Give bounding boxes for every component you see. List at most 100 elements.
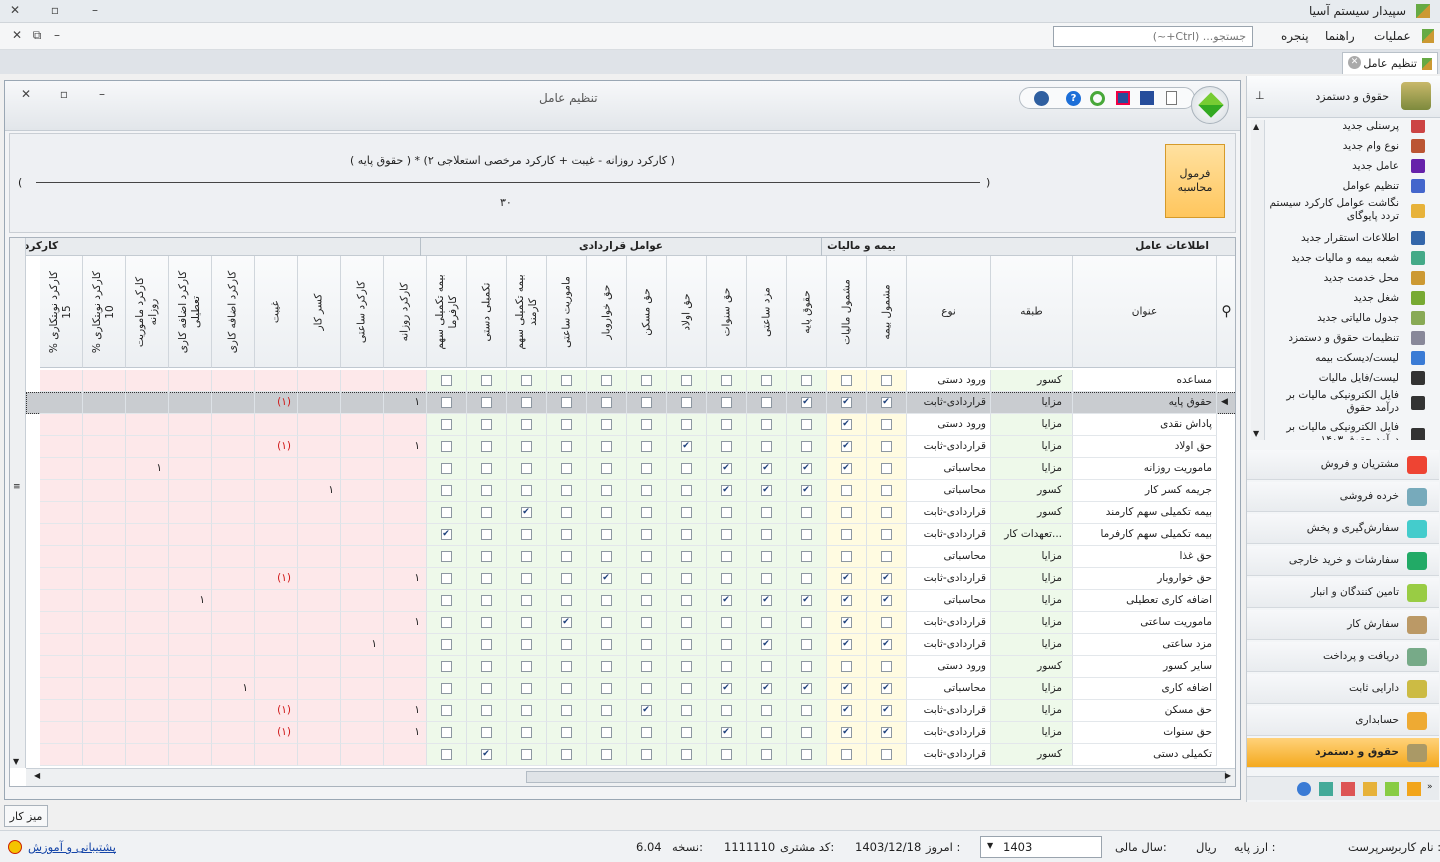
- cell-class[interactable]: مزایا: [991, 546, 1073, 568]
- grid-cell[interactable]: [747, 568, 787, 590]
- checkbox[interactable]: ✔: [840, 617, 852, 628]
- grid-cell[interactable]: ✔: [827, 634, 867, 656]
- grid-cell[interactable]: [587, 722, 627, 744]
- grid-cell[interactable]: [547, 546, 587, 568]
- grid-cell[interactable]: ✔: [827, 700, 867, 722]
- checkbox[interactable]: [640, 485, 652, 496]
- checkbox[interactable]: [720, 529, 732, 540]
- grid-cell[interactable]: [467, 568, 507, 590]
- checkbox[interactable]: [800, 573, 812, 584]
- checkbox[interactable]: [760, 661, 772, 672]
- grid-cell[interactable]: [427, 678, 467, 700]
- checkbox[interactable]: [880, 485, 892, 496]
- grid-cell[interactable]: [587, 480, 627, 502]
- checkbox[interactable]: ✔: [840, 727, 852, 738]
- checkbox[interactable]: [600, 441, 612, 452]
- grid-cell[interactable]: ✔: [827, 458, 867, 480]
- checkbox[interactable]: ✔: [880, 595, 892, 606]
- checkbox[interactable]: [520, 683, 532, 694]
- grid-cell[interactable]: [467, 700, 507, 722]
- checkbox[interactable]: [560, 683, 572, 694]
- grid-cell[interactable]: [587, 678, 627, 700]
- checkbox[interactable]: [440, 749, 452, 760]
- grid-cell[interactable]: [747, 722, 787, 744]
- module-8[interactable]: دارایی ثابت: [1247, 674, 1439, 704]
- checkbox[interactable]: ✔: [800, 683, 812, 694]
- checkbox[interactable]: [640, 441, 652, 452]
- grid-cell[interactable]: ✔: [707, 458, 747, 480]
- column-header-w8[interactable]: % کارکرد نوبتکاری 15: [40, 256, 83, 368]
- checkbox[interactable]: [880, 375, 892, 386]
- grid-cell[interactable]: [787, 634, 827, 656]
- column-header-w0[interactable]: کارکرد روزانه: [384, 256, 427, 368]
- grid-cell[interactable]: [707, 546, 747, 568]
- checkbox[interactable]: [680, 683, 692, 694]
- checkbox[interactable]: [800, 551, 812, 562]
- checkbox[interactable]: [760, 749, 772, 760]
- table-row[interactable]: ماموریت روزانه مزایا محاسباتی ✔ ✔ ✔ ✔ ۱: [10, 458, 1235, 480]
- grid-cell[interactable]: [427, 634, 467, 656]
- checkbox[interactable]: [640, 529, 652, 540]
- nav-item[interactable]: اطلاعات استقرار جدید: [1247, 228, 1439, 248]
- grid-cell[interactable]: [667, 590, 707, 612]
- grid-cell[interactable]: [827, 524, 867, 546]
- grid-cell[interactable]: [787, 744, 827, 766]
- grid-cell[interactable]: [667, 568, 707, 590]
- checkbox[interactable]: [520, 397, 532, 408]
- module-1[interactable]: مشتریان و فروش: [1247, 450, 1439, 480]
- column-header-c5[interactable]: حق اولاد: [667, 256, 707, 368]
- checkbox[interactable]: [520, 419, 532, 430]
- nav-item[interactable]: لیست/فایل مالیات: [1247, 368, 1439, 388]
- nav-item[interactable]: تنظیمات حقوق و دستمزد: [1247, 328, 1439, 348]
- cell-class[interactable]: مزایا: [991, 612, 1073, 634]
- grid-cell[interactable]: ✔: [827, 392, 867, 414]
- grid-cell[interactable]: ✔: [507, 502, 547, 524]
- module-6[interactable]: سفارش کار: [1247, 610, 1439, 640]
- grid-cell[interactable]: [547, 414, 587, 436]
- grid-cell[interactable]: [627, 744, 667, 766]
- grid-cell[interactable]: [467, 590, 507, 612]
- checkbox[interactable]: [440, 463, 452, 474]
- grid-cell[interactable]: [467, 502, 507, 524]
- column-header-c1[interactable]: مشمول مالیات: [827, 256, 867, 368]
- vertical-scrollbar[interactable]: ≡ ▼: [10, 238, 26, 768]
- checkbox[interactable]: ✔: [840, 683, 852, 694]
- grid-cell[interactable]: [787, 700, 827, 722]
- checkbox[interactable]: [720, 705, 732, 716]
- grid-cell[interactable]: [467, 458, 507, 480]
- grid-cell[interactable]: [547, 568, 587, 590]
- grid-cell[interactable]: [707, 524, 747, 546]
- checkbox[interactable]: [800, 375, 812, 386]
- key-icon[interactable]: [1407, 782, 1421, 796]
- checkbox[interactable]: [560, 573, 572, 584]
- grid-cell[interactable]: [627, 480, 667, 502]
- grid-cell[interactable]: ✔: [707, 480, 747, 502]
- grid-cell[interactable]: [627, 502, 667, 524]
- grid-cell[interactable]: [547, 502, 587, 524]
- table-row[interactable]: تکمیلی دستی کسور قراردادی-ثابت ✔: [10, 744, 1235, 766]
- checkbox[interactable]: [640, 463, 652, 474]
- checkbox[interactable]: [680, 705, 692, 716]
- grid-cell[interactable]: [507, 590, 547, 612]
- checkbox[interactable]: ✔: [840, 441, 852, 452]
- grid-cell[interactable]: [747, 502, 787, 524]
- grid-search-icon[interactable]: ⚲: [1217, 256, 1235, 368]
- grid-cell[interactable]: ✔: [707, 590, 747, 612]
- checkbox[interactable]: [520, 661, 532, 672]
- checkbox[interactable]: [560, 705, 572, 716]
- grid-cell[interactable]: [787, 612, 827, 634]
- nav-item[interactable]: عامل جدید: [1247, 156, 1439, 176]
- grid-cell[interactable]: [707, 656, 747, 678]
- checkbox[interactable]: ✔: [840, 463, 852, 474]
- grid-cell[interactable]: [427, 370, 467, 392]
- grid-cell[interactable]: [867, 744, 907, 766]
- grid-cell[interactable]: ✔: [867, 392, 907, 414]
- grid-cell[interactable]: [867, 480, 907, 502]
- grid-cell[interactable]: [627, 546, 667, 568]
- column-header-w7[interactable]: % کارکرد نوبتکاری 10: [83, 256, 126, 368]
- checkbox[interactable]: ✔: [480, 749, 492, 760]
- checkbox[interactable]: [720, 639, 732, 650]
- checkbox[interactable]: ✔: [720, 463, 732, 474]
- grid-cell[interactable]: [427, 436, 467, 458]
- cell-class[interactable]: کسور: [991, 370, 1073, 392]
